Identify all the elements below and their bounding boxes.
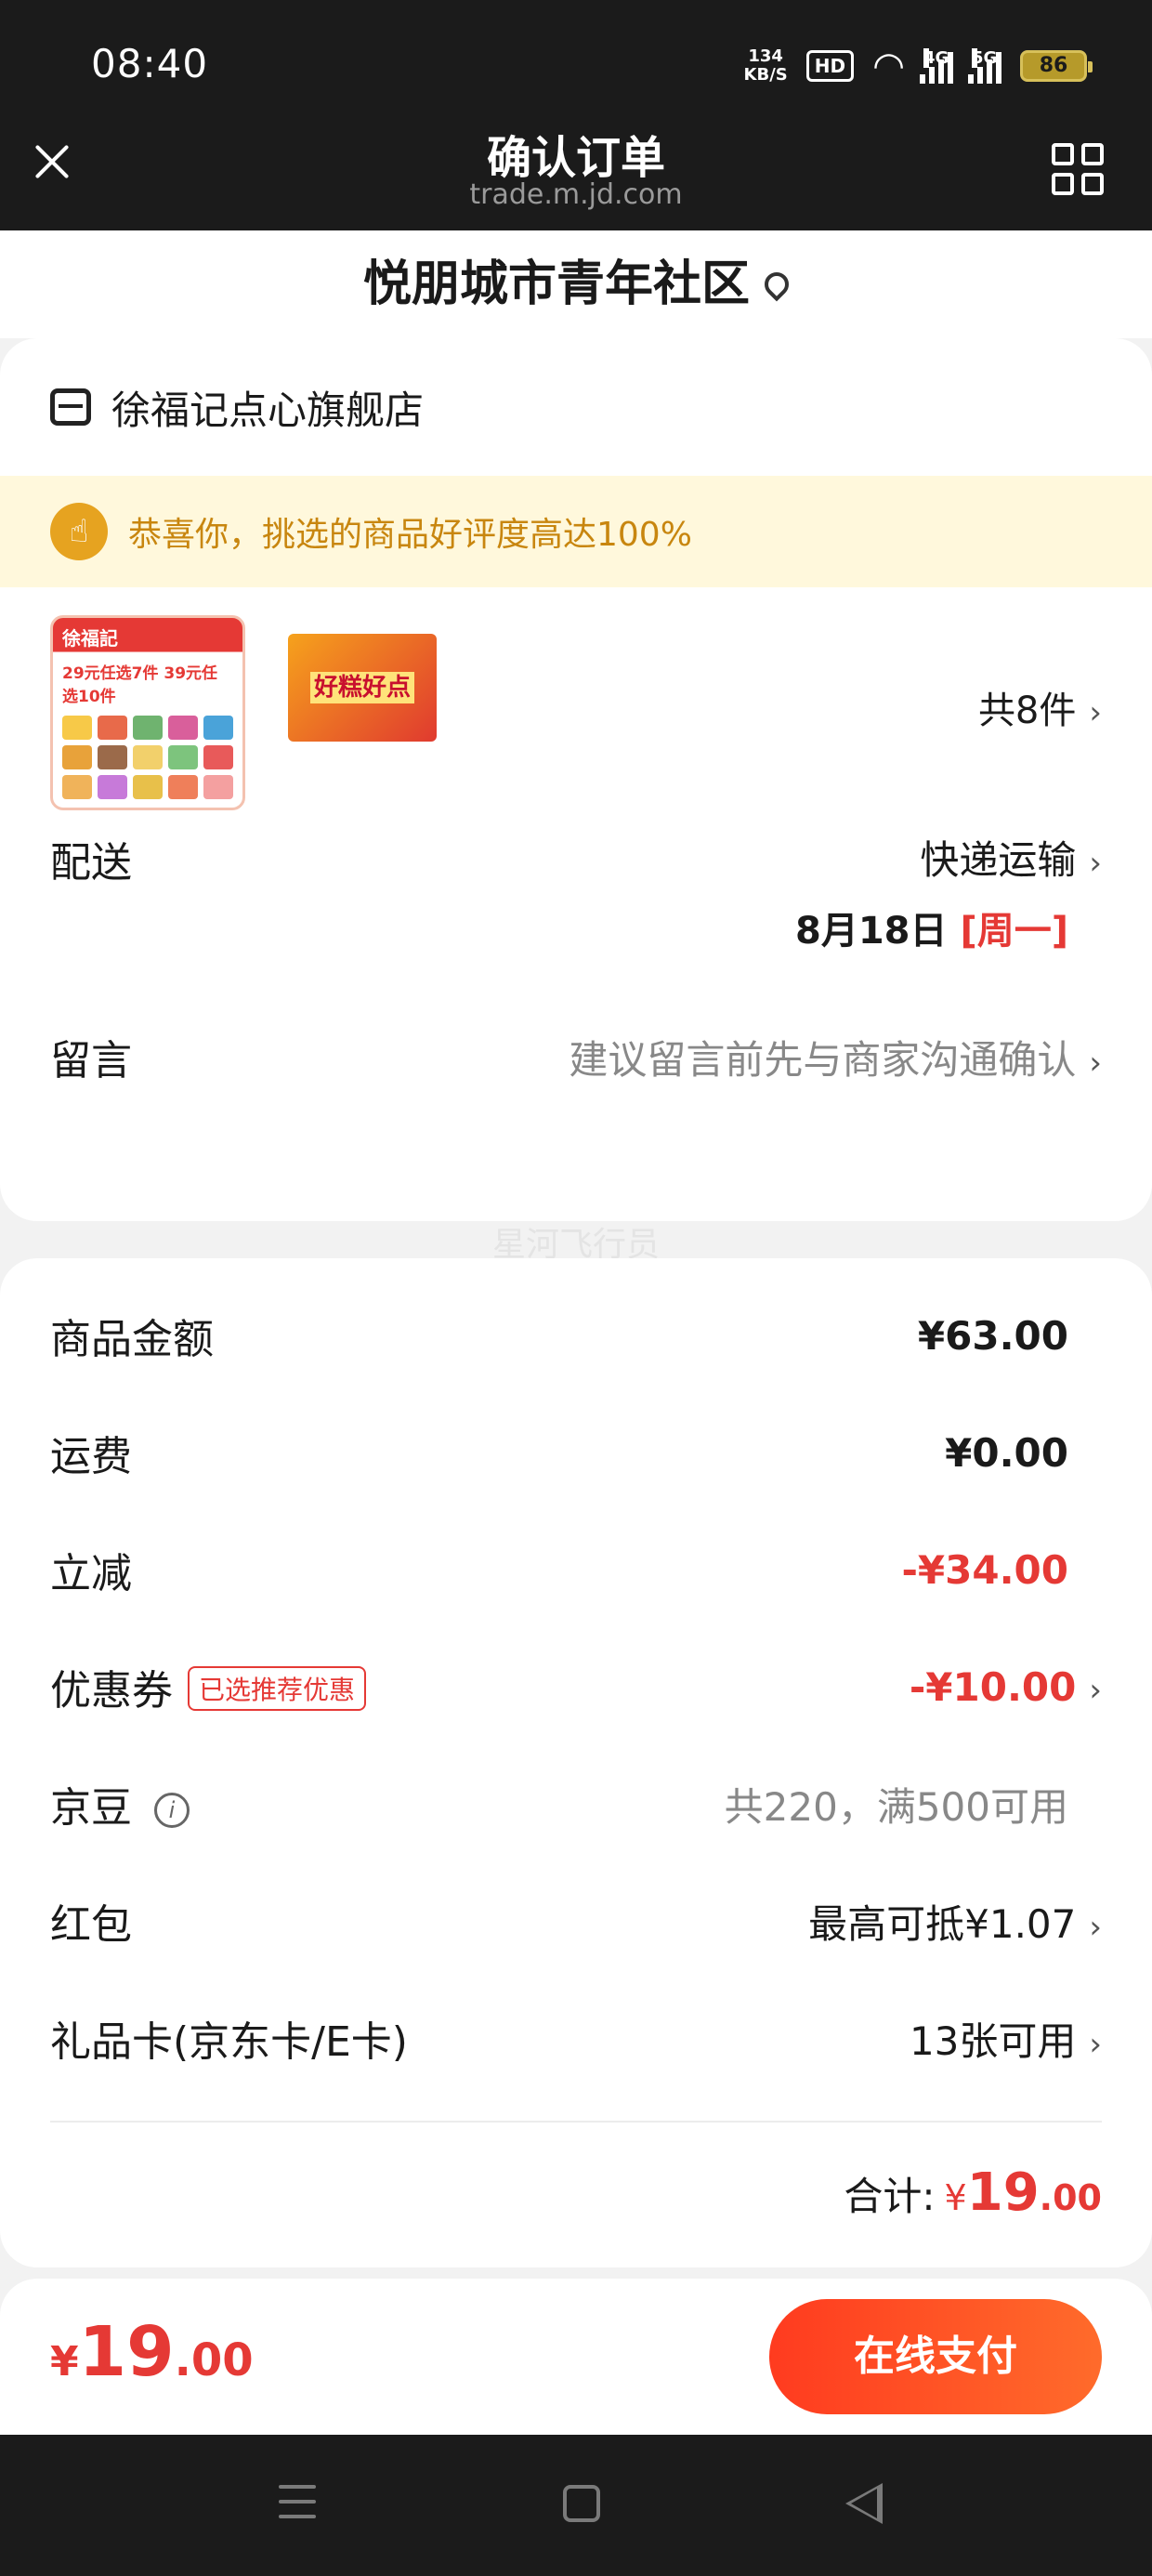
jingdou-row: 京豆 i 共220，满500可用: [0, 1745, 1152, 1862]
total-row: 合计: ¥19.00: [844, 2162, 1102, 2223]
back-icon[interactable]: [845, 2483, 883, 2524]
signal-icon-5g: 5G: [968, 48, 1001, 84]
message-label: 留言: [50, 1037, 132, 1084]
giftcard-row[interactable]: 礼品卡(京东卡/E卡) 13张可用 ›: [0, 1979, 1152, 2096]
hd-icon: HD: [805, 50, 855, 82]
delivery-label: 配送: [50, 839, 132, 887]
total-label: 合计:: [844, 2173, 936, 2219]
shipping-value: ¥0.00: [945, 1429, 1068, 1476]
coupon-value: -¥10.00: [909, 1663, 1077, 1710]
status-icons: 134 KB/S HD ◠ 4G 5G 86: [743, 45, 1093, 87]
pay-online-button[interactable]: 在线支付: [769, 2299, 1102, 2414]
battery-icon: 86: [1020, 50, 1093, 82]
giftcard-value: 13张可用: [909, 2017, 1077, 2064]
network-speed: 134 KB/S: [743, 46, 788, 85]
product-image-2: 好糕好点: [288, 634, 437, 742]
delivery-row[interactable]: 配送 快递运输 › 8月18日 [周一]: [0, 782, 1152, 996]
chevron-right-icon: ›: [1089, 1044, 1102, 1082]
coupon-badge: 已选推荐优惠: [188, 1666, 367, 1711]
menu-icon[interactable]: [279, 2485, 316, 2522]
praise-banner: ☝ 恭喜你，挑选的商品好评度高达100%: [0, 476, 1152, 587]
wifi-icon: ◠: [872, 45, 905, 87]
address-name: 悦朋城市青年社区: [362, 256, 750, 312]
store-icon: [50, 388, 91, 426]
signal-icon-4g: 4G: [920, 48, 953, 84]
delivery-date: 8月18日: [795, 910, 948, 953]
status-time: 08:40: [91, 41, 209, 86]
address-bar[interactable]: 悦朋城市青年社区: [0, 230, 1152, 338]
thumbs-up-icon: ☝: [50, 503, 108, 560]
home-icon[interactable]: [563, 2485, 600, 2522]
delivery-method: 快递运输: [920, 837, 1077, 883]
page-url: trade.m.jd.com: [469, 178, 683, 211]
message-input[interactable]: 建议留言前先与商家沟通确认 ›: [569, 1029, 1102, 1085]
message-row[interactable]: 留言 建议留言前先与商家沟通确认 ›: [0, 996, 1152, 1117]
redpacket-value: 最高可抵¥1.07: [808, 1900, 1077, 1947]
delivery-weekday: [周一]: [960, 910, 1068, 953]
location-pin-icon: [759, 267, 794, 302]
goods-row[interactable]: 徐福記 29元任选7件 39元任选10件 好糕好点 共8件 ›: [0, 587, 1152, 810]
chevron-right-icon: ›: [1089, 1671, 1102, 1709]
store-row[interactable]: 徐福记点心旗舰店: [0, 338, 1152, 476]
total-value: 19: [966, 2162, 1040, 2223]
praise-text: 恭喜你，挑选的商品好评度高达100%: [128, 516, 692, 554]
redpacket-row[interactable]: 红包 最高可抵¥1.07 ›: [0, 1862, 1152, 1979]
product-image-1: 徐福記 29元任选7件 39元任选10件: [50, 615, 245, 810]
goods-amount-value: ¥63.00: [917, 1312, 1068, 1359]
order-card: 徐福记点心旗舰店 ☝ 恭喜你，挑选的商品好评度高达100% 徐福記 29元任选7…: [0, 338, 1152, 1221]
status-bar: 08:40 134 KB/S HD ◠ 4G 5G 86: [0, 0, 1152, 130]
delivery-value: 快递运输 › 8月18日 [周一]: [795, 829, 1102, 954]
title-bar: 确认订单 trade.m.jd.com: [0, 112, 1152, 230]
coupon-row[interactable]: 优惠券 已选推荐优惠 -¥10.00 ›: [0, 1628, 1152, 1745]
discount-value: -¥34.00: [901, 1546, 1068, 1593]
info-icon[interactable]: i: [154, 1793, 190, 1828]
pricing-card: 商品金额 ¥63.00 运费 ¥0.00 立减 -¥34.00 优惠券 已选推荐优…: [0, 1258, 1152, 2267]
page-title: 确认订单: [486, 132, 665, 184]
shipping-row: 运费 ¥0.00: [50, 1429, 1068, 1481]
bottom-total-price: ¥19.00: [50, 2312, 254, 2392]
goods-count[interactable]: 共8件 ›: [978, 680, 1102, 734]
chevron-right-icon: ›: [1089, 694, 1102, 731]
chevron-right-icon: ›: [1089, 1908, 1102, 1946]
goods-amount-row: 商品金额 ¥63.00: [50, 1312, 1068, 1364]
grid-menu-icon[interactable]: [1052, 143, 1104, 195]
discount-row: 立减 -¥34.00: [50, 1546, 1068, 1598]
chevron-right-icon: ›: [1089, 2025, 1102, 2063]
jingdou-value: 共220，满500可用: [724, 1783, 1068, 1830]
store-name: 徐福记点心旗舰店: [111, 387, 425, 433]
chevron-right-icon: ›: [1089, 845, 1102, 882]
bottom-pay-bar: ¥19.00 在线支付: [0, 2279, 1152, 2435]
system-nav-bar: [0, 2435, 1152, 2576]
